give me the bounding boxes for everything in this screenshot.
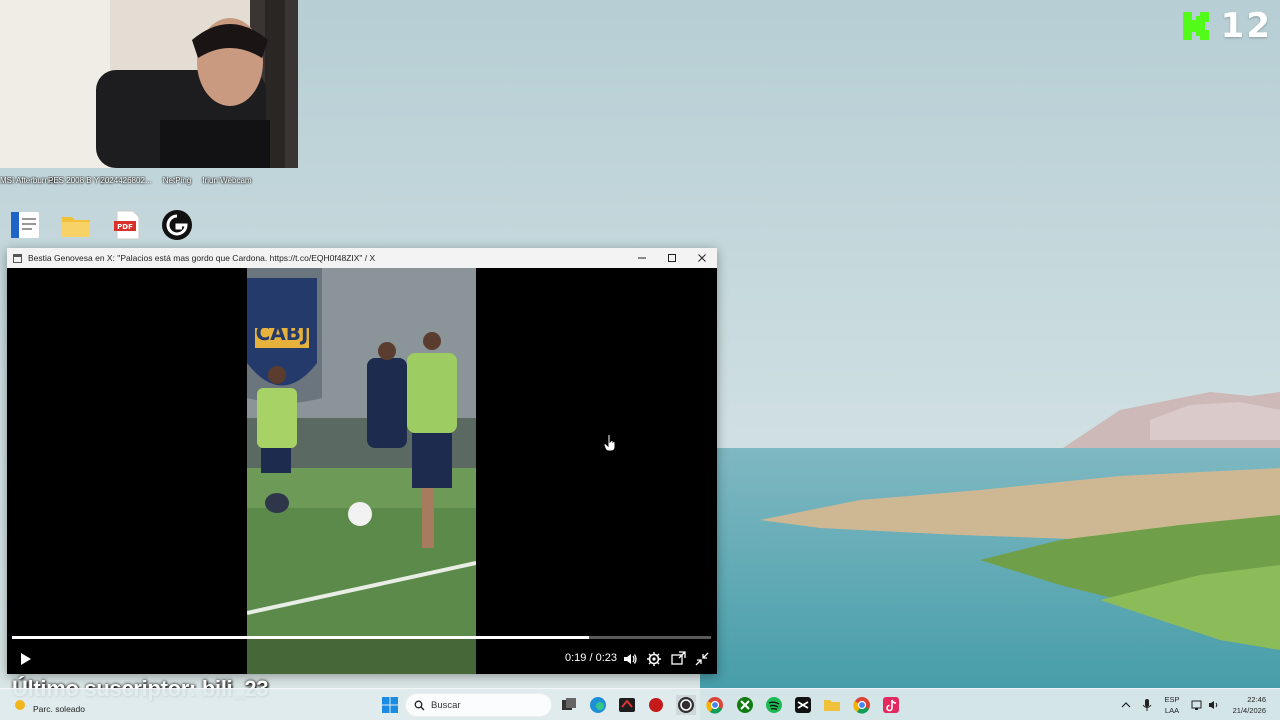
desktop-icon-label[interactable]: 2024426802...: [98, 176, 154, 186]
windows-start-icon[interactable]: [380, 695, 400, 715]
svg-text:PDF: PDF: [117, 223, 133, 231]
close-button[interactable]: [687, 248, 717, 268]
document-app-icon[interactable]: [8, 208, 42, 242]
xbox-icon[interactable]: [735, 695, 755, 715]
chrome-browser-icon[interactable]: [705, 695, 725, 715]
close-icon: [698, 254, 706, 262]
folder-icon[interactable]: [59, 208, 93, 242]
desktop-icon-label[interactable]: PES 2008 B Y HD NIKE...: [48, 176, 104, 186]
settings-gear-icon[interactable]: [646, 651, 662, 667]
webcam-feed-image: [0, 0, 298, 168]
kick-logo-icon: [1182, 12, 1209, 40]
language-indicator[interactable]: ESP: [1162, 695, 1182, 704]
kick-viewer-count: 12: [1181, 6, 1272, 46]
maximize-button[interactable]: [657, 248, 687, 268]
obs-studio-icon[interactable]: [676, 695, 696, 715]
video-time: 0:19 / 0:23: [565, 652, 617, 664]
video-progress-bar[interactable]: [12, 636, 711, 639]
taskbar: Parc. soleado Buscar ESP LAA 22:46 21/4/…: [0, 688, 1280, 720]
video-frame-image: CABJ: [247, 268, 476, 674]
tiktok-icon[interactable]: [881, 695, 901, 715]
desktop-icon-label[interactable]: NetPing: [149, 176, 205, 186]
search-placeholder: Buscar: [431, 700, 461, 711]
weather-status[interactable]: Parc. soleado: [33, 704, 85, 714]
capcut-icon[interactable]: [793, 695, 813, 715]
maximize-icon: [668, 254, 676, 262]
minimize-icon: [638, 257, 646, 259]
play-icon[interactable]: [15, 649, 35, 669]
club-crest-text: CABJ: [256, 321, 309, 345]
minimize-button[interactable]: [627, 248, 657, 268]
spotify-icon[interactable]: [764, 695, 784, 715]
edge-browser-icon[interactable]: [588, 695, 608, 715]
clock-date[interactable]: 21/4/2026: [1222, 706, 1266, 715]
webcam-overlay: [0, 0, 298, 168]
desktop-icon-label[interactable]: Iriun Webcam: [199, 176, 255, 186]
video-progress-fill: [12, 636, 590, 639]
microphone-icon[interactable]: [1142, 698, 1152, 712]
pdf-file-icon[interactable]: PDF: [110, 208, 144, 242]
file-explorer-icon[interactable]: [822, 695, 842, 715]
keyboard-layout-indicator[interactable]: LAA: [1162, 706, 1182, 715]
taskbar-search-box[interactable]: Buscar: [405, 693, 552, 717]
picture-in-picture-icon[interactable]: [670, 651, 686, 667]
clock-time[interactable]: 22:46: [1226, 695, 1266, 704]
video-content[interactable]: CABJ 0:19 / 0:23: [7, 268, 717, 674]
weather-sun-icon[interactable]: [12, 697, 28, 713]
window-app-icon: [13, 253, 22, 263]
window-titlebar[interactable]: Bestia Genovesa en X: "Palacios está mas…: [7, 248, 717, 268]
search-icon: [414, 700, 425, 711]
network-icon[interactable]: [1191, 699, 1203, 711]
volume-icon[interactable]: [622, 651, 638, 667]
msi-afterburner-taskbar-icon[interactable]: [617, 695, 637, 715]
window-title: Bestia Genovesa en X: "Palacios está mas…: [28, 253, 376, 263]
logitech-g-hub-icon[interactable]: [160, 208, 194, 242]
exit-fullscreen-icon[interactable]: [694, 651, 710, 667]
chrome-browser-icon-2[interactable]: [852, 695, 872, 715]
viewer-count: 12: [1220, 6, 1272, 46]
video-player-window[interactable]: Bestia Genovesa en X: "Palacios está mas…: [7, 248, 717, 674]
speaker-icon[interactable]: [1208, 699, 1220, 711]
task-view-icon[interactable]: [559, 695, 579, 715]
red-record-app-icon[interactable]: [646, 695, 666, 715]
chevron-up-icon[interactable]: [1121, 701, 1131, 709]
hand-cursor-icon: [603, 434, 616, 452]
video-controls: 0:19 / 0:23: [7, 646, 717, 672]
